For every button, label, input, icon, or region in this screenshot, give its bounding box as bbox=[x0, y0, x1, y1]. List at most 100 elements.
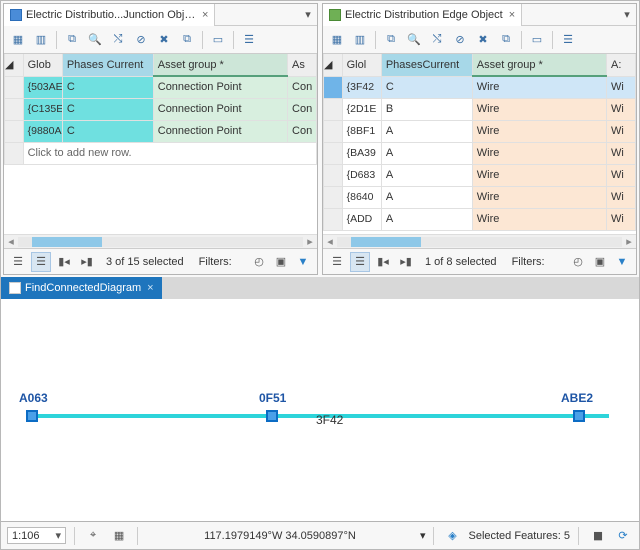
tab-dropdown-icon[interactable]: ▾ bbox=[618, 8, 636, 21]
col-phases-current[interactable]: PhasesCurrent bbox=[381, 54, 472, 76]
coordinates: 117.1979149°W 34.0590897°N bbox=[146, 530, 414, 542]
close-icon[interactable]: × bbox=[147, 282, 153, 294]
col-asset-type[interactable]: A: bbox=[607, 54, 636, 76]
tab-dropdown-icon[interactable]: ▾ bbox=[299, 8, 317, 21]
table-row[interactable]: {2D1EBWireWi bbox=[324, 98, 636, 120]
scale-lock-icon[interactable]: ⌖ bbox=[83, 526, 103, 546]
table-row[interactable]: {8BF1AWireWi bbox=[324, 120, 636, 142]
filter-icon[interactable]: ▼ bbox=[612, 252, 632, 272]
zoom-icon[interactable]: 🔍 bbox=[85, 30, 105, 50]
h-scrollbar[interactable]: ◂ ▸ bbox=[323, 234, 636, 248]
zoom-icon[interactable]: 🔍 bbox=[404, 30, 424, 50]
refresh-icon[interactable]: ⟳ bbox=[613, 526, 633, 546]
edge-toolbar: ▦ ▥ ⧉ 🔍 ⤭ ⊘ ✖ ⧉ ▭ ☰ bbox=[323, 26, 636, 54]
junction-statusbar: ☰ ☰ ▮◂ ▸▮ 3 of 15 selected Filters: ◴ ▣ … bbox=[4, 248, 317, 274]
scroll-right-icon[interactable]: ▸ bbox=[303, 235, 317, 248]
show-selected-icon[interactable]: ☰ bbox=[31, 252, 51, 272]
scroll-right-icon[interactable]: ▸ bbox=[622, 235, 636, 248]
pause-icon[interactable]: ▮▮ bbox=[587, 526, 607, 546]
diagram-tab-label: FindConnectedDiagram bbox=[25, 282, 141, 294]
diagram-node[interactable] bbox=[573, 410, 585, 422]
close-icon[interactable]: × bbox=[509, 9, 515, 21]
select-by-attr-icon[interactable]: ⧉ bbox=[62, 30, 82, 50]
field-view-icon[interactable]: ▦ bbox=[327, 30, 347, 50]
last-icon[interactable]: ▸▮ bbox=[77, 252, 97, 272]
scroll-left-icon[interactable]: ◂ bbox=[4, 235, 18, 248]
edge-tab-label: Electric Distribution Edge Object bbox=[345, 9, 503, 21]
switch-sel-icon[interactable]: ⤭ bbox=[108, 30, 128, 50]
selection-count: 1 of 8 selected bbox=[419, 256, 503, 268]
del-sel-icon[interactable]: ✖ bbox=[154, 30, 174, 50]
table-row[interactable]: {BA39AWireWi bbox=[324, 142, 636, 164]
table-row[interactable]: {3F42CWireWi bbox=[324, 76, 636, 98]
diagram-tabbar: FindConnectedDiagram × bbox=[1, 277, 639, 299]
col-asset-type[interactable]: As bbox=[288, 54, 317, 76]
clear-sel-icon[interactable]: ⊘ bbox=[450, 30, 470, 50]
diagram-tab[interactable]: FindConnectedDiagram × bbox=[1, 277, 162, 299]
clear-sel-icon[interactable]: ⊘ bbox=[131, 30, 151, 50]
row-header-corner[interactable]: ◢ bbox=[324, 54, 343, 76]
table-row[interactable]: {ADDAWireWi bbox=[324, 208, 636, 230]
col-glob[interactable]: Glol bbox=[342, 54, 381, 76]
junction-pane: Electric Distributio...Junction Object ×… bbox=[3, 3, 318, 275]
copy-icon[interactable]: ⧉ bbox=[496, 30, 516, 50]
edge-label: 3F42 bbox=[316, 413, 343, 427]
table-icon bbox=[329, 9, 341, 21]
show-all-icon[interactable]: ☰ bbox=[8, 252, 28, 272]
h-scrollbar[interactable]: ◂ ▸ bbox=[4, 234, 317, 248]
edge-table: ◢ Glol PhasesCurrent Asset group * A: {3… bbox=[323, 54, 636, 234]
filter-extent-icon[interactable]: ▣ bbox=[271, 252, 291, 272]
col-phases-current[interactable]: Phases Current bbox=[62, 54, 153, 76]
scroll-left-icon[interactable]: ◂ bbox=[323, 235, 337, 248]
map-statusbar: 1:106 ▾ ⌖ ▦ 117.1979149°W 34.0590897°N ▾… bbox=[1, 521, 639, 549]
field-calc-icon[interactable]: ▥ bbox=[31, 30, 51, 50]
col-asset-group[interactable]: Asset group * bbox=[153, 54, 287, 76]
filter-time-icon[interactable]: ◴ bbox=[568, 252, 588, 272]
col-asset-group[interactable]: Asset group * bbox=[472, 54, 606, 76]
junction-tab[interactable]: Electric Distributio...Junction Object × bbox=[4, 4, 215, 26]
filters-label: Filters: bbox=[193, 256, 238, 268]
edge-statusbar: ☰ ☰ ▮◂ ▸▮ 1 of 8 selected Filters: ◴ ▣ ▼ bbox=[323, 248, 636, 274]
show-all-icon[interactable]: ☰ bbox=[327, 252, 347, 272]
insert-icon[interactable]: ▭ bbox=[208, 30, 228, 50]
table-row[interactable]: {9880ACConnection PointCon bbox=[5, 120, 317, 142]
insert-icon[interactable]: ▭ bbox=[527, 30, 547, 50]
junction-tab-label: Electric Distributio...Junction Object bbox=[26, 9, 196, 21]
menu-icon[interactable]: ☰ bbox=[558, 30, 578, 50]
switch-sel-icon[interactable]: ⤭ bbox=[427, 30, 447, 50]
table-icon bbox=[10, 9, 22, 21]
filter-time-icon[interactable]: ◴ bbox=[249, 252, 269, 272]
coord-dropdown-icon[interactable]: ▾ bbox=[420, 529, 426, 542]
node-label: ABE2 bbox=[561, 391, 593, 405]
last-icon[interactable]: ▸▮ bbox=[396, 252, 416, 272]
edge-tab[interactable]: Electric Distribution Edge Object × bbox=[323, 4, 522, 26]
snap-icon[interactable]: ▦ bbox=[109, 526, 129, 546]
show-selected-icon[interactable]: ☰ bbox=[350, 252, 370, 272]
add-row[interactable]: Click to add new row. bbox=[5, 142, 317, 164]
col-glob[interactable]: Glob bbox=[23, 54, 62, 76]
scale-input[interactable]: 1:106 ▾ bbox=[7, 527, 66, 544]
table-row[interactable]: {C135ECConnection PointCon bbox=[5, 98, 317, 120]
diagram-node[interactable] bbox=[26, 410, 38, 422]
node-label: 0F51 bbox=[259, 391, 286, 405]
first-icon[interactable]: ▮◂ bbox=[54, 252, 74, 272]
row-header-corner[interactable]: ◢ bbox=[5, 54, 24, 76]
diagram-icon bbox=[9, 282, 21, 294]
chevron-down-icon[interactable]: ▾ bbox=[56, 529, 62, 542]
filter-icon[interactable]: ▼ bbox=[293, 252, 313, 272]
copy-icon[interactable]: ⧉ bbox=[177, 30, 197, 50]
first-icon[interactable]: ▮◂ bbox=[373, 252, 393, 272]
diagram-canvas[interactable]: 3F42 A063 0F51 ABE2 bbox=[1, 299, 639, 521]
table-row[interactable]: {8640AWireWi bbox=[324, 186, 636, 208]
del-sel-icon[interactable]: ✖ bbox=[473, 30, 493, 50]
filter-extent-icon[interactable]: ▣ bbox=[590, 252, 610, 272]
select-by-attr-icon[interactable]: ⧉ bbox=[381, 30, 401, 50]
table-row[interactable]: {D683AWireWi bbox=[324, 164, 636, 186]
close-icon[interactable]: × bbox=[202, 9, 208, 21]
field-view-icon[interactable]: ▦ bbox=[8, 30, 28, 50]
selection-icon[interactable]: ◈ bbox=[442, 526, 462, 546]
diagram-node[interactable] bbox=[266, 410, 278, 422]
menu-icon[interactable]: ☰ bbox=[239, 30, 259, 50]
field-calc-icon[interactable]: ▥ bbox=[350, 30, 370, 50]
table-row[interactable]: {503AECConnection PointCon bbox=[5, 76, 317, 98]
